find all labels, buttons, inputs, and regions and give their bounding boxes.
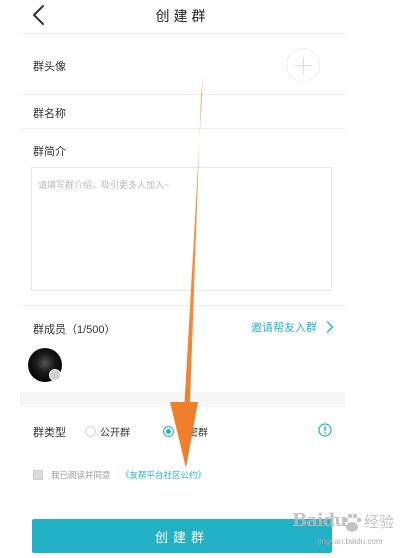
community-rules-link[interactable]: 《友帮平台社区公约》 — [121, 469, 206, 481]
add-avatar-button[interactable] — [286, 48, 320, 82]
option-public-label[interactable]: 公开群 — [100, 424, 130, 439]
member-badge-icon — [49, 369, 61, 381]
divider — [20, 305, 345, 306]
invite-friends-link[interactable]: 邀请帮友入群 — [251, 319, 317, 335]
chevron-right-icon[interactable] — [326, 320, 334, 333]
radio-private[interactable] — [163, 426, 174, 437]
paw-icon — [342, 512, 362, 534]
divider — [20, 94, 345, 95]
intro-label: 群简介 — [33, 146, 66, 158]
exclamation-circle-icon[interactable] — [318, 423, 332, 437]
divider — [20, 33, 345, 34]
watermark-url: jingyan.baidu.com — [318, 537, 383, 546]
members-label: 群成员（1/500） — [33, 324, 116, 336]
radio-public[interactable] — [85, 426, 96, 437]
section-separator — [20, 392, 345, 407]
watermark: Baidu 经验 jingyan.baidu.com — [292, 510, 404, 554]
name-label: 群名称 — [33, 108, 66, 120]
intro-input[interactable] — [31, 167, 332, 291]
option-private-label[interactable]: 私密群 — [178, 424, 208, 439]
watermark-suffix: 经验 — [364, 514, 395, 531]
avatar-label: 群头像 — [33, 61, 66, 73]
divider — [20, 128, 345, 129]
agree-checkbox[interactable] — [33, 470, 43, 480]
watermark-brand: Baidu — [292, 510, 347, 531]
page-title: 创建群 — [155, 8, 210, 24]
create-group-screen: 创建群 群头像 群名称 群简介 群成员（1/500） 邀请帮友入群 群类型 公开… — [0, 0, 410, 558]
group-type-label: 群类型 — [33, 427, 66, 439]
header: 创建群 — [20, 0, 345, 32]
create-group-button[interactable]: 创建群 — [32, 519, 332, 553]
agree-text: 我已阅读并同意 — [51, 470, 111, 480]
